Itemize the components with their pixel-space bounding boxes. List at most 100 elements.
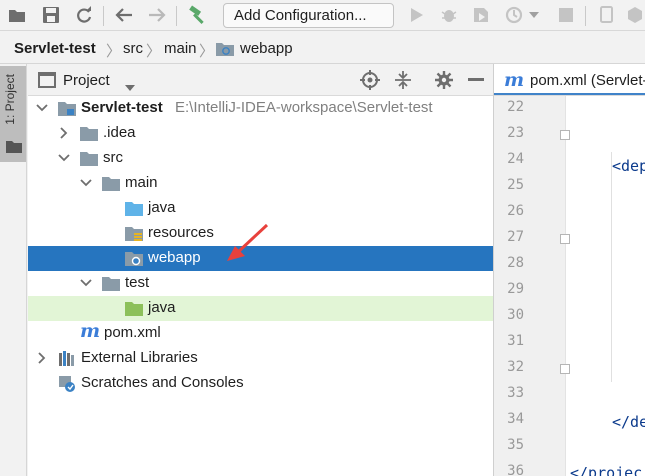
coverage-icon[interactable] (470, 4, 492, 26)
stop-icon[interactable] (555, 4, 577, 26)
build-hammer-icon[interactable] (187, 4, 209, 26)
source-folder-icon (125, 202, 143, 216)
web-folder-icon (216, 41, 234, 60)
project-panel: Project Servlet-test E:\IntelliJ-IDEA-wo… (28, 64, 493, 476)
code-line-34[interactable]: </de (612, 413, 645, 431)
libraries-icon (59, 351, 74, 366)
chevron-down-icon[interactable] (79, 176, 93, 190)
tree-row-test[interactable]: test (28, 271, 493, 296)
project-panel-title[interactable]: Project (63, 72, 110, 89)
fold-marker-icon[interactable] (560, 364, 570, 374)
project-panel-header: Project (28, 64, 493, 96)
tree-label: src (103, 149, 123, 166)
run-icon[interactable] (406, 4, 428, 26)
gear-icon[interactable] (433, 69, 455, 91)
maven-icon: m (80, 320, 101, 342)
editor-pane: m pom.xml (Servlet-test) 22 23 24 25 26 … (493, 64, 645, 476)
tree-row-src[interactable]: src (28, 146, 493, 171)
fold-marker-icon[interactable] (560, 234, 570, 244)
view-dropdown-icon[interactable] (125, 78, 135, 95)
line-number: 26 (507, 203, 524, 219)
tree-label: Servlet-test (81, 99, 163, 116)
save-icon[interactable] (40, 4, 62, 26)
line-number-gutter: 22 23 24 25 26 27 28 29 30 31 32 33 34 3… (494, 96, 566, 476)
back-icon[interactable] (113, 4, 135, 26)
collapse-all-icon[interactable] (392, 69, 414, 91)
tree-row-test-java[interactable]: java (28, 296, 493, 321)
tree-label: Scratches and Consoles (81, 374, 244, 391)
tree-path: E:\IntelliJ-IDEA-workspace\Servlet-test (175, 99, 433, 116)
breadcrumb-item-src[interactable]: src (123, 40, 143, 57)
folder-icon (102, 177, 120, 191)
chevron-down-icon[interactable] (35, 101, 49, 115)
tree-row-project-root[interactable]: Servlet-test E:\IntelliJ-IDEA-workspace\… (28, 96, 493, 121)
line-number: 30 (507, 307, 524, 323)
tree-label: resources (148, 224, 214, 241)
folder-icon (6, 140, 22, 157)
line-number: 34 (507, 411, 524, 427)
tree-label: webapp (148, 249, 201, 266)
line-number: 24 (507, 151, 524, 167)
tree-row-external-libraries[interactable]: External Libraries (28, 346, 493, 371)
device-icon[interactable] (596, 4, 618, 26)
tree-row-main[interactable]: main (28, 171, 493, 196)
breadcrumb-separator-icon: 〉 (146, 43, 162, 60)
locate-icon[interactable] (359, 69, 381, 91)
chevron-down-icon[interactable] (57, 151, 71, 165)
breadcrumb-item-webapp[interactable]: webapp (240, 40, 293, 57)
main-toolbar: Add Configuration... (0, 0, 645, 31)
toolbar-separator (176, 6, 177, 26)
tree-label: External Libraries (81, 349, 198, 366)
annotation-arrow-icon (227, 223, 269, 261)
tree-label: java (148, 299, 176, 316)
tree-row-java[interactable]: java (28, 196, 493, 221)
dropdown-icon[interactable] (527, 4, 541, 26)
module-folder-icon (58, 102, 76, 116)
tree-label: test (125, 274, 150, 291)
project-view-icon (38, 72, 56, 92)
maven-icon: m (504, 69, 525, 91)
test-folder-icon (125, 302, 143, 316)
add-configuration-button[interactable]: Add Configuration... (223, 3, 394, 28)
web-folder-icon (125, 252, 143, 266)
sdk-icon[interactable] (624, 4, 645, 26)
tree-row-idea[interactable]: .idea (28, 121, 493, 146)
chevron-right-icon[interactable] (35, 351, 49, 365)
breadcrumb-separator-icon: 〉 (106, 43, 122, 60)
fold-marker-icon[interactable] (560, 130, 570, 140)
open-folder-icon[interactable] (6, 4, 28, 26)
chevron-down-icon[interactable] (79, 276, 93, 290)
sync-icon[interactable] (73, 4, 95, 26)
tree-row-pom[interactable]: m pom.xml (28, 321, 493, 346)
line-number: 29 (507, 281, 524, 297)
line-number: 28 (507, 255, 524, 271)
code-line-36[interactable]: </projec (570, 464, 642, 476)
folder-icon (80, 152, 98, 166)
breadcrumb-item-main[interactable]: main (164, 40, 197, 57)
tree-label: pom.xml (104, 324, 161, 341)
forward-icon[interactable] (146, 4, 168, 26)
line-number: 27 (507, 229, 524, 245)
editor-tab-bar: m pom.xml (Servlet-test) (494, 64, 645, 96)
breadcrumb: Servlet-test 〉 src 〉 main 〉 webapp (0, 32, 645, 64)
tree-label: java (148, 199, 176, 216)
indent-guide (611, 152, 612, 382)
breadcrumb-item-project[interactable]: Servlet-test (14, 40, 96, 57)
toolbar-separator (585, 6, 586, 26)
line-number: 36 (507, 463, 524, 476)
profile-icon[interactable] (503, 4, 525, 26)
chevron-right-icon[interactable] (57, 126, 71, 140)
code-line-23[interactable]: <dep (612, 157, 645, 175)
project-tool-window-button[interactable]: 1: Project (0, 66, 26, 162)
line-number: 35 (507, 437, 524, 453)
folder-icon (80, 127, 98, 141)
debug-icon[interactable] (438, 4, 460, 26)
tree-row-scratches[interactable]: Scratches and Consoles (28, 371, 493, 396)
tool-window-strip: 1: Project (0, 64, 27, 476)
toolbar-separator (103, 6, 104, 26)
editor-tab-pom[interactable]: m pom.xml (Servlet-test) (494, 64, 645, 95)
tree-label: .idea (103, 124, 136, 141)
hide-panel-icon[interactable] (465, 69, 487, 91)
tree-label: main (125, 174, 158, 191)
line-number: 25 (507, 177, 524, 193)
